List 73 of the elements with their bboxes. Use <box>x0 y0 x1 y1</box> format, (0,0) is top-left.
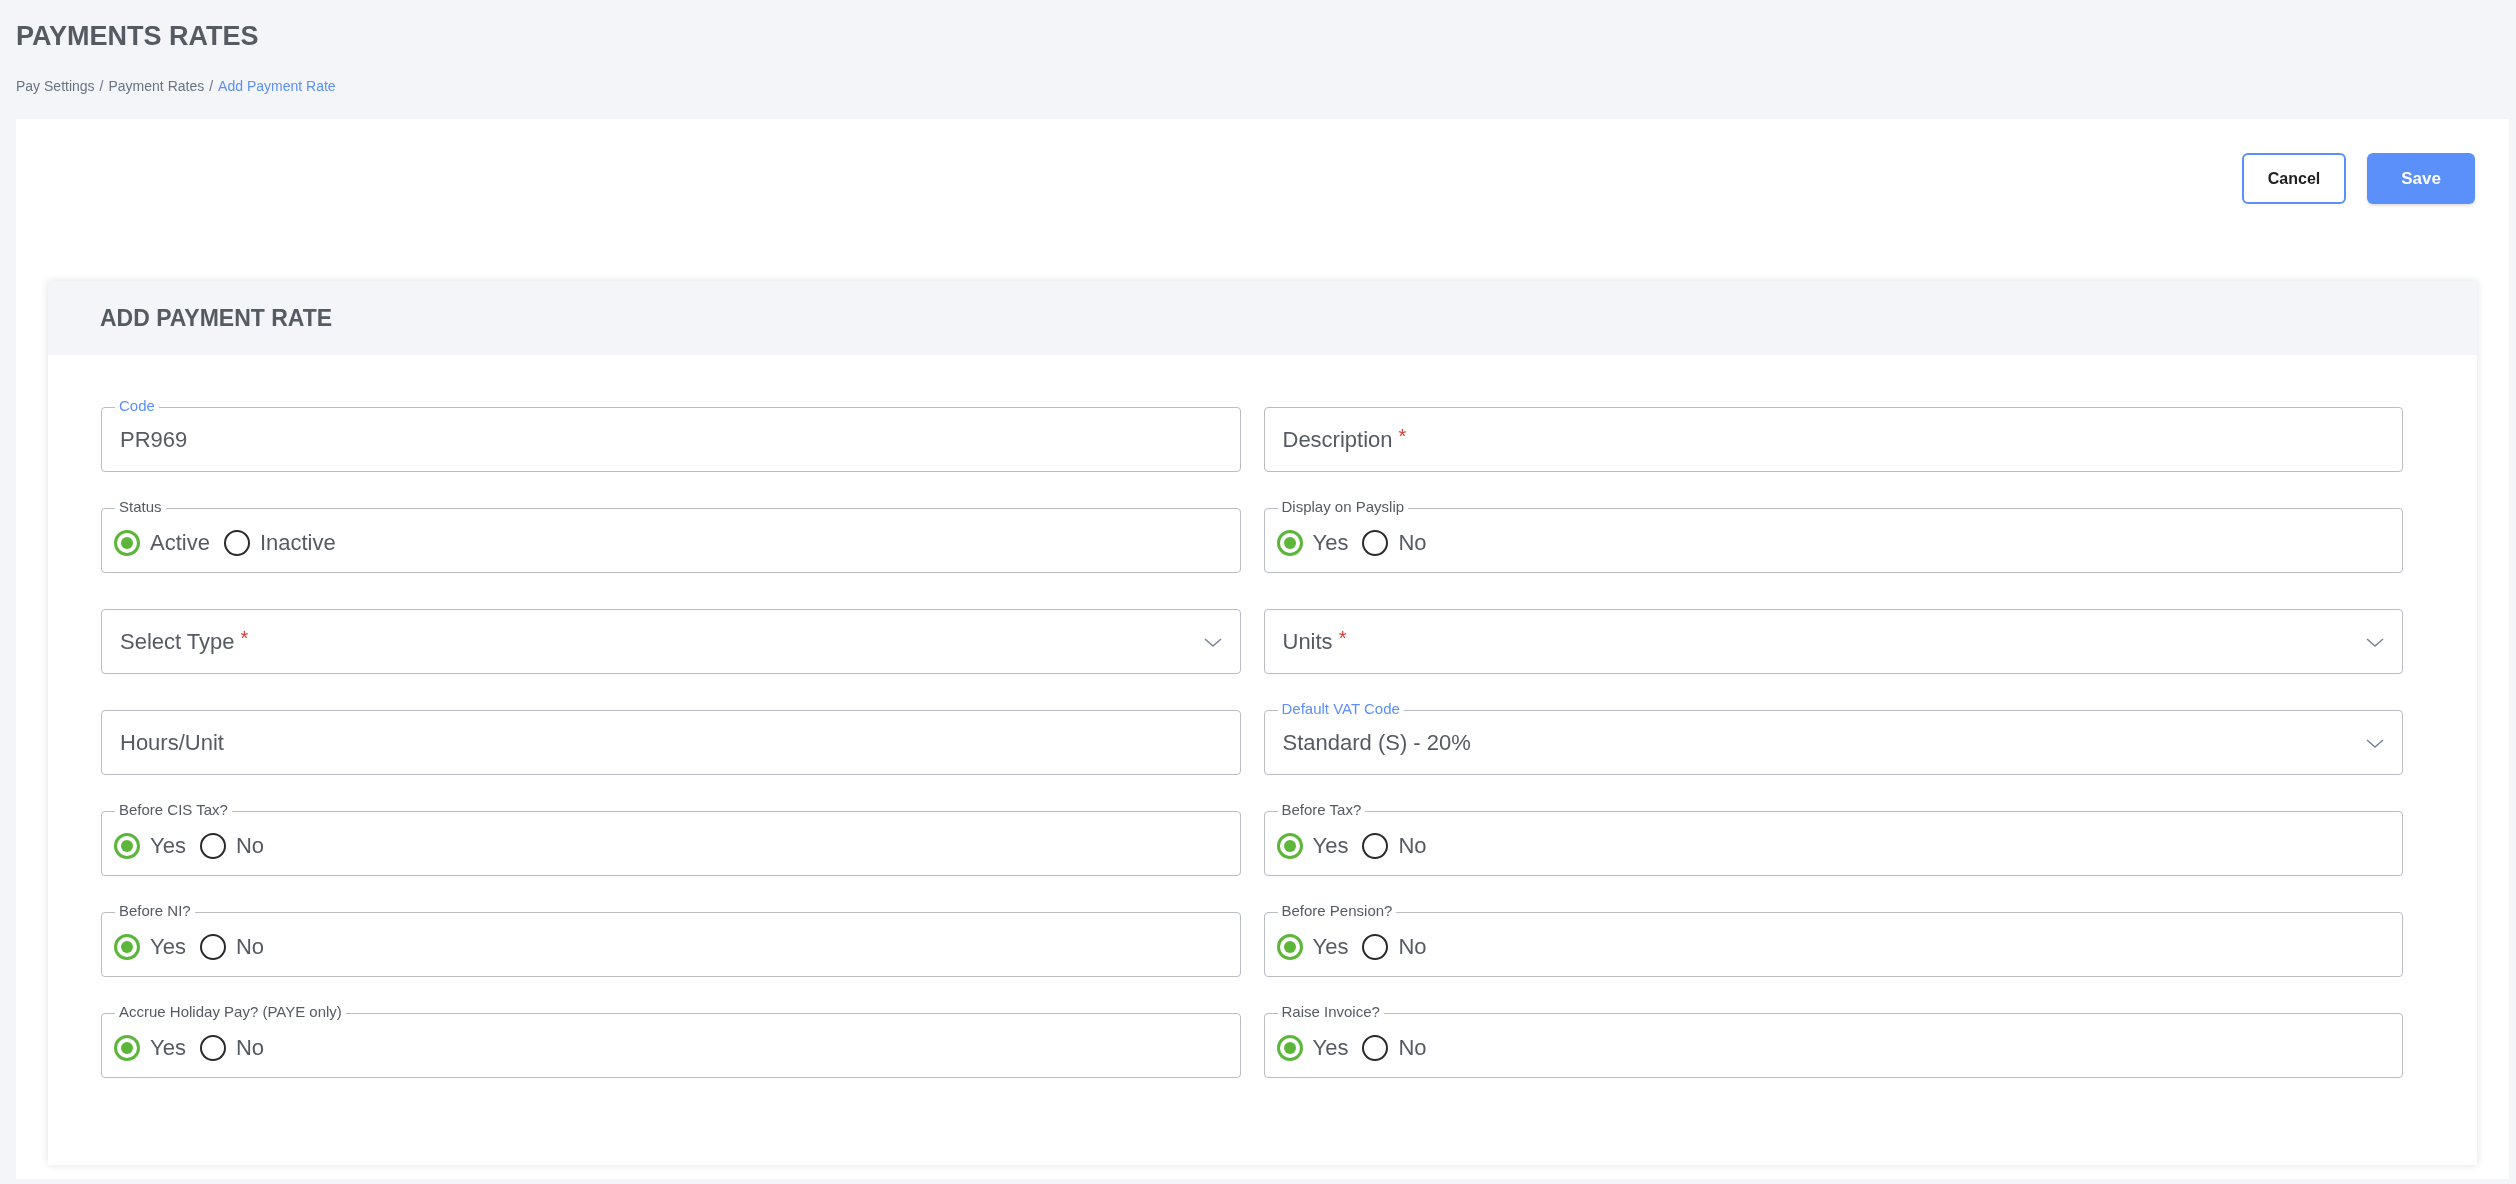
radio-option[interactable]: Inactive <box>223 526 336 559</box>
input-field[interactable]: Hours/Unit <box>101 710 1241 775</box>
radio-button[interactable] <box>1362 529 1389 556</box>
required-asterisk: * <box>1338 625 1347 651</box>
field-placeholder: Hours/Unit <box>120 729 224 757</box>
radio-label: No <box>235 933 264 961</box>
radio-label: No <box>235 1034 264 1062</box>
field-value: PR969 <box>120 426 188 454</box>
radio-label: No <box>235 832 264 860</box>
radio-button[interactable] <box>1276 832 1303 859</box>
chevron-down-icon <box>2366 739 2384 749</box>
radio-label: Yes <box>1312 832 1349 860</box>
radio-button[interactable] <box>1362 933 1389 960</box>
required-asterisk: * <box>240 625 249 651</box>
radio-option[interactable]: Yes <box>114 930 186 963</box>
radio-button[interactable] <box>1276 933 1303 960</box>
field-label: Accrue Holiday Pay? (PAYE only) <box>115 1003 346 1021</box>
radio-option[interactable]: Yes <box>114 829 186 862</box>
chevron-down-icon <box>1203 638 1222 648</box>
radio-label: Yes <box>150 933 186 961</box>
radio-label: Active <box>150 529 210 557</box>
radio-button[interactable] <box>114 529 140 556</box>
radio-option[interactable]: Yes <box>114 1031 186 1064</box>
select-field[interactable]: Select Type * <box>101 609 1241 674</box>
radio-option[interactable]: No <box>1362 526 1427 559</box>
radio-option[interactable]: Yes <box>1276 526 1349 559</box>
radio-label: Yes <box>150 832 186 860</box>
field-placeholder: Description <box>1282 426 1393 454</box>
radio-option[interactable]: Yes <box>1276 930 1349 963</box>
breadcrumb-link[interactable]: Payment Rates <box>108 76 205 97</box>
radio-button[interactable] <box>199 1034 226 1061</box>
cancel-button[interactable]: Cancel <box>2242 153 2346 204</box>
radio-label: Inactive <box>259 529 336 557</box>
radio-button[interactable] <box>1362 832 1389 859</box>
required-asterisk: * <box>1398 423 1407 449</box>
field-placeholder: Units <box>1282 628 1333 656</box>
radio-label: Yes <box>150 1034 186 1062</box>
page-title: PAYMENTS RATES <box>16 20 259 52</box>
card-title: ADD PAYMENT RATE <box>100 303 333 333</box>
radio-button[interactable] <box>223 529 250 556</box>
radio-button[interactable] <box>1362 1034 1389 1061</box>
breadcrumb-separator: / <box>99 77 104 96</box>
radio-option[interactable]: No <box>1362 829 1427 862</box>
radio-label: No <box>1398 933 1427 961</box>
radio-option[interactable]: Active <box>114 526 210 559</box>
breadcrumb-separator: / <box>209 77 214 96</box>
radio-option[interactable]: No <box>199 1031 264 1064</box>
radio-label: Yes <box>1312 529 1349 557</box>
radio-option[interactable]: No <box>199 930 264 963</box>
radio-option[interactable]: No <box>1362 1031 1427 1064</box>
field-placeholder: Select Type <box>120 628 235 656</box>
radio-option[interactable]: No <box>1362 930 1427 963</box>
radio-button[interactable] <box>114 933 140 960</box>
radio-button[interactable] <box>199 933 226 960</box>
breadcrumb-link[interactable]: Pay Settings <box>16 76 95 97</box>
radio-label: No <box>1398 529 1427 557</box>
radio-button[interactable] <box>199 832 226 859</box>
radio-button[interactable] <box>114 832 140 859</box>
field-label: Display on Payslip <box>1277 498 1409 516</box>
radio-label: No <box>1398 1034 1427 1062</box>
field-value: Standard (S) - 20% <box>1282 729 1471 757</box>
input-field[interactable]: Description * <box>1263 407 2403 472</box>
radio-option[interactable]: No <box>199 829 264 862</box>
chevron-down-icon <box>2366 638 2384 648</box>
radio-label: No <box>1398 832 1427 860</box>
radio-option[interactable]: Yes <box>1276 1031 1349 1064</box>
radio-label: Yes <box>1312 933 1349 961</box>
select-field[interactable]: Units * <box>1263 609 2403 674</box>
radio-label: Yes <box>1312 1034 1349 1062</box>
radio-button[interactable] <box>1276 1034 1303 1061</box>
radio-option[interactable]: Yes <box>1276 829 1349 862</box>
radio-button[interactable] <box>114 1034 140 1061</box>
radio-button[interactable] <box>1276 529 1303 556</box>
